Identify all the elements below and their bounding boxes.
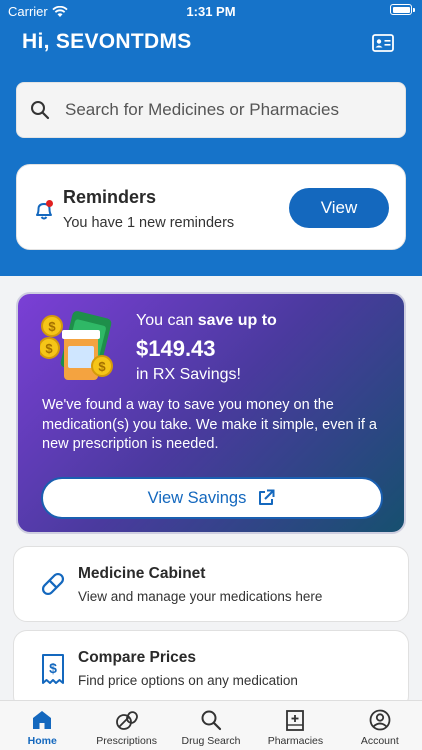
reminders-title: Reminders <box>63 187 157 207</box>
pill-icon <box>41 572 65 596</box>
search-icon <box>201 710 222 731</box>
search-bar[interactable] <box>16 82 406 138</box>
external-link-icon <box>259 489 275 505</box>
tab-drug-search-label: Drug Search <box>181 735 241 747</box>
svg-text:$: $ <box>49 660 57 676</box>
compare-prices-subtitle: Find price options on any medication <box>78 673 298 688</box>
tab-pharmacies-label: Pharmacies <box>267 735 324 747</box>
compare-prices-title: Compare Prices <box>78 649 197 666</box>
view-savings-label: View Savings <box>147 488 247 507</box>
bottom-tab-bar: Home Prescriptions Drug Search Pharmacie… <box>0 700 422 750</box>
medicine-cabinet-subtitle: View and manage your medications here <box>78 589 323 604</box>
view-savings-button[interactable]: View Savings <box>41 477 383 519</box>
tab-drug-search[interactable]: Drug Search <box>169 701 253 750</box>
prescriptions-icon <box>115 711 138 730</box>
medicine-cabinet-card[interactable]: Medicine Cabinet View and manage your me… <box>13 546 409 622</box>
view-reminders-button[interactable]: View <box>289 188 389 228</box>
id-card-icon[interactable] <box>372 34 394 52</box>
tab-prescriptions-label: Prescriptions <box>96 735 157 747</box>
tab-account-label: Account <box>360 735 399 747</box>
promo-headline: You can save up to <box>136 312 277 329</box>
promo-subline: in RX Savings! <box>136 366 241 383</box>
bell-icon <box>36 200 53 220</box>
svg-text:$: $ <box>48 319 56 334</box>
svg-text:$: $ <box>98 359 106 374</box>
reminders-subtitle: You have 1 new reminders <box>63 215 235 231</box>
clock: 1:31 PM <box>186 4 236 19</box>
search-icon <box>31 101 50 120</box>
reminders-card[interactable]: Reminders You have 1 new reminders View <box>16 164 406 250</box>
receipt-dollar-icon: $ <box>42 654 64 684</box>
promo-description: We've found a way to save you money on t… <box>42 397 377 452</box>
savings-promo-card: $ $ $ You can save up to $149.43 in RX S… <box>16 292 406 534</box>
tab-pharmacies[interactable]: Pharmacies <box>253 701 337 750</box>
savings-amount: $149.43 <box>136 336 216 361</box>
pharmacy-icon <box>286 710 305 731</box>
svg-text:$: $ <box>45 341 53 356</box>
account-icon <box>369 709 391 731</box>
search-input[interactable] <box>65 100 385 120</box>
savings-illustration: $ $ $ <box>40 311 113 380</box>
tab-account[interactable]: Account <box>338 701 422 750</box>
home-icon <box>33 711 52 729</box>
battery-icon <box>390 4 415 15</box>
tab-prescriptions[interactable]: Prescriptions <box>84 701 168 750</box>
compare-prices-card[interactable]: $ Compare Prices Find price options on a… <box>13 630 409 710</box>
tab-home[interactable]: Home <box>0 701 84 750</box>
status-bar: Carrier 1:31 PM <box>0 0 422 22</box>
greeting-title: Hi, SEVONTDMS <box>22 30 192 53</box>
medicine-cabinet-title: Medicine Cabinet <box>78 565 206 582</box>
tab-home-label: Home <box>27 735 57 747</box>
